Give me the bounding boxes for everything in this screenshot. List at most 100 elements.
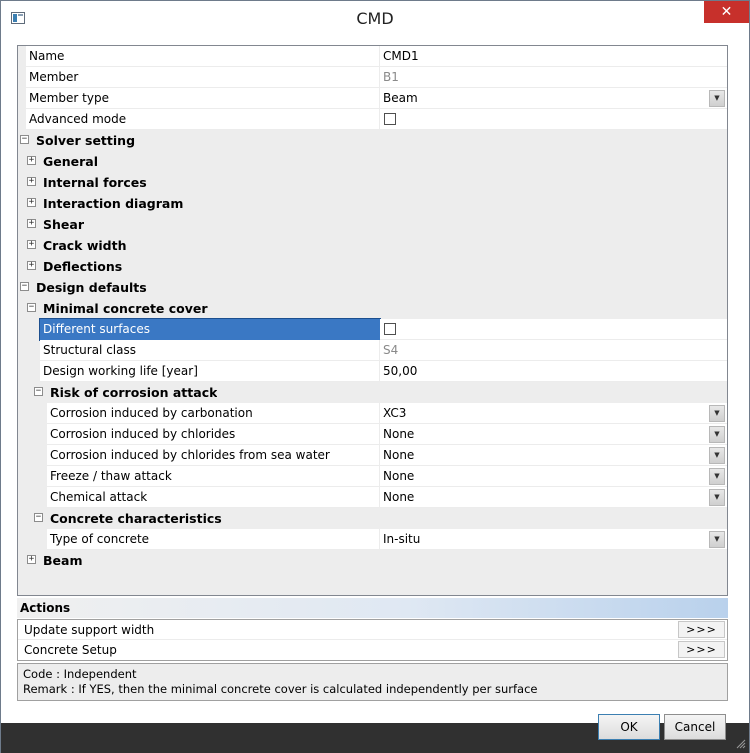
category-risk-of-corrosion[interactable]: − Risk of corrosion attack: [18, 382, 727, 403]
design-defaults-label: Design defaults: [36, 280, 147, 295]
carbonation-label: Corrosion induced by carbonation: [47, 403, 380, 424]
window-title: CMD: [356, 9, 394, 28]
advanced-mode-label: Advanced mode: [26, 109, 380, 130]
property-row-advanced-mode[interactable]: Advanced mode: [18, 109, 727, 130]
category-solver-setting[interactable]: − Solver setting: [18, 130, 727, 151]
carbonation-select[interactable]: XC3 ▼: [380, 403, 727, 424]
internal-forces-label: Internal forces: [43, 175, 147, 190]
member-type-value: Beam: [383, 91, 418, 105]
type-of-concrete-label: Type of concrete: [47, 529, 380, 550]
cancel-button[interactable]: Cancel: [664, 714, 726, 740]
category-shear[interactable]: + Shear: [18, 214, 727, 235]
property-row-member[interactable]: Member B1: [18, 67, 727, 88]
property-row-chlorides[interactable]: Corrosion induced by chlorides None ▼: [18, 424, 727, 445]
carbonation-value: XC3: [383, 406, 407, 420]
property-row-structural-class[interactable]: Structural class S4: [18, 340, 727, 361]
crack-width-label: Crack width: [43, 238, 127, 253]
collapse-icon[interactable]: −: [20, 135, 29, 144]
category-minimal-concrete-cover[interactable]: − Minimal concrete cover: [18, 298, 727, 319]
actions-list: Update support width >>> Concrete Setup …: [17, 619, 728, 661]
chlorides-sea-water-value: None: [383, 448, 415, 462]
ok-button[interactable]: OK: [598, 714, 660, 740]
expand-icon[interactable]: +: [27, 177, 36, 186]
expand-icon[interactable]: +: [27, 555, 36, 564]
freeze-thaw-select[interactable]: None ▼: [380, 466, 727, 487]
solver-setting-label: Solver setting: [36, 133, 136, 148]
cmd-dialog: CMD ✕ Name CMD1 Member B1 Member type Be…: [0, 0, 750, 753]
action-concrete-setup[interactable]: Concrete Setup >>>: [18, 640, 727, 660]
chemical-attack-select[interactable]: None ▼: [380, 487, 727, 508]
different-surfaces-checkbox[interactable]: [384, 323, 396, 335]
category-crack-width[interactable]: + Crack width: [18, 235, 727, 256]
actions-header: Actions: [17, 598, 728, 618]
expand-icon[interactable]: +: [27, 198, 36, 207]
close-button[interactable]: ✕: [704, 1, 749, 23]
collapse-icon[interactable]: −: [27, 303, 36, 312]
design-working-life-value[interactable]: 50,00: [380, 361, 727, 382]
property-grid: Name CMD1 Member B1 Member type Beam ▼ A…: [17, 45, 728, 596]
category-internal-forces[interactable]: + Internal forces: [18, 172, 727, 193]
member-type-label: Member type: [26, 88, 380, 109]
chevron-down-icon[interactable]: ▼: [709, 90, 725, 107]
chevron-down-icon[interactable]: ▼: [709, 426, 725, 443]
chevron-down-icon[interactable]: ▼: [709, 531, 725, 548]
collapse-icon[interactable]: −: [34, 387, 43, 396]
freeze-thaw-value: None: [383, 469, 415, 483]
category-design-defaults[interactable]: − Design defaults: [18, 277, 727, 298]
member-label: Member: [26, 67, 380, 88]
chlorides-sea-water-select[interactable]: None ▼: [380, 445, 727, 466]
resize-grip-icon[interactable]: [736, 739, 746, 749]
collapse-icon[interactable]: −: [20, 282, 29, 291]
deflections-label: Deflections: [43, 259, 123, 274]
different-surfaces-label: Different surfaces: [39, 318, 381, 341]
expand-icon[interactable]: +: [27, 261, 36, 270]
chevron-down-icon[interactable]: ▼: [709, 405, 725, 422]
chevron-down-icon[interactable]: ▼: [709, 489, 725, 506]
collapse-icon[interactable]: −: [34, 513, 43, 522]
category-deflections[interactable]: + Deflections: [18, 256, 727, 277]
category-beam[interactable]: + Beam: [18, 550, 727, 571]
category-general[interactable]: + General: [18, 151, 727, 172]
category-concrete-characteristics[interactable]: − Concrete characteristics: [18, 508, 727, 529]
chlorides-select[interactable]: None ▼: [380, 424, 727, 445]
chevron-down-icon[interactable]: ▼: [709, 447, 725, 464]
action-update-support-width[interactable]: Update support width >>>: [18, 620, 727, 640]
property-row-type-of-concrete[interactable]: Type of concrete In-situ ▼: [18, 529, 727, 550]
concrete-setup-button[interactable]: >>>: [678, 641, 725, 658]
different-surfaces-cell: [380, 319, 727, 340]
description-panel: Code : Independent Remark : If YES, then…: [17, 663, 728, 701]
property-row-member-type[interactable]: Member type Beam ▼: [18, 88, 727, 109]
property-row-name[interactable]: Name CMD1: [18, 46, 727, 67]
member-type-select[interactable]: Beam ▼: [380, 88, 727, 109]
advanced-mode-cell: [380, 109, 727, 130]
name-value[interactable]: CMD1: [380, 46, 727, 67]
name-label: Name: [26, 46, 380, 67]
chevron-down-icon[interactable]: ▼: [709, 468, 725, 485]
interaction-diagram-label: Interaction diagram: [43, 196, 184, 211]
property-row-carbonation[interactable]: Corrosion induced by carbonation XC3 ▼: [18, 403, 727, 424]
chemical-attack-label: Chemical attack: [47, 487, 380, 508]
member-value: B1: [380, 67, 727, 88]
property-row-different-surfaces[interactable]: Different surfaces: [18, 318, 727, 341]
chlorides-value: None: [383, 427, 415, 441]
expand-icon[interactable]: +: [27, 156, 36, 165]
type-of-concrete-select[interactable]: In-situ ▼: [380, 529, 727, 550]
property-row-chemical-attack[interactable]: Chemical attack None ▼: [18, 487, 727, 508]
beam-label: Beam: [43, 553, 83, 568]
title-bar: CMD ✕: [1, 1, 749, 35]
minimal-concrete-cover-label: Minimal concrete cover: [43, 301, 208, 316]
property-row-design-working-life[interactable]: Design working life [year] 50,00: [18, 361, 727, 382]
freeze-thaw-label: Freeze / thaw attack: [47, 466, 380, 487]
type-of-concrete-value: In-situ: [383, 532, 421, 546]
property-row-freeze-thaw[interactable]: Freeze / thaw attack None ▼: [18, 466, 727, 487]
update-support-width-button[interactable]: >>>: [678, 621, 725, 638]
expand-icon[interactable]: +: [27, 240, 36, 249]
advanced-mode-checkbox[interactable]: [384, 113, 396, 125]
category-interaction-diagram[interactable]: + Interaction diagram: [18, 193, 727, 214]
action-label: Update support width: [24, 623, 155, 637]
expand-icon[interactable]: +: [27, 219, 36, 228]
shear-label: Shear: [43, 217, 84, 232]
chlorides-label: Corrosion induced by chlorides: [47, 424, 380, 445]
property-row-chlorides-sea-water[interactable]: Corrosion induced by chlorides from sea …: [18, 445, 727, 466]
structural-class-value: S4: [380, 340, 727, 361]
